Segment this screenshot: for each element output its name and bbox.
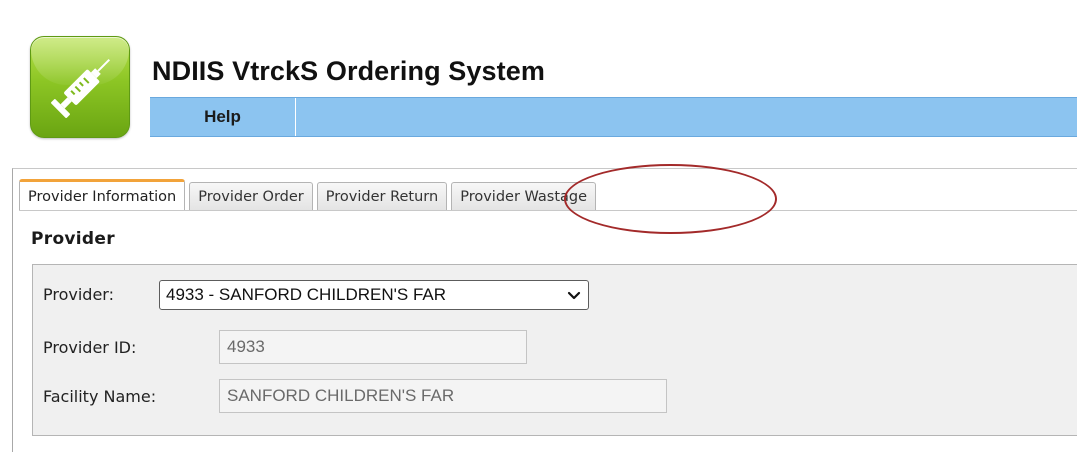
menu-bar: Help <box>150 97 1077 137</box>
tab-provider-order[interactable]: Provider Order <box>189 182 313 211</box>
tab-strip: Provider Information Provider Order Prov… <box>19 179 600 211</box>
facility-name-label: Facility Name: <box>43 387 157 406</box>
provider-fieldset: Provider: 4933 - SANFORD CHILDREN'S FAR … <box>32 264 1077 436</box>
facility-name-field[interactable]: SANFORD CHILDREN'S FAR <box>219 379 667 413</box>
tab-provider-wastage[interactable]: Provider Wastage <box>451 182 597 211</box>
main-panel: Provider Information Provider Order Prov… <box>12 168 1077 452</box>
provider-select[interactable]: 4933 - SANFORD CHILDREN'S FAR <box>159 280 589 310</box>
chevron-down-icon <box>567 291 581 300</box>
provider-label: Provider: <box>43 285 114 304</box>
section-title: Provider <box>31 229 115 249</box>
provider-select-value: 4933 - SANFORD CHILDREN'S FAR <box>166 285 447 304</box>
menu-item-help[interactable]: Help <box>150 98 296 136</box>
provider-id-field[interactable]: 4933 <box>219 330 527 364</box>
tab-provider-information[interactable]: Provider Information <box>19 179 186 211</box>
app-header: NDIIS VtrckS Ordering System Help <box>0 0 1077 150</box>
tab-provider-return[interactable]: Provider Return <box>316 182 448 211</box>
syringe-icon <box>51 59 110 118</box>
app-logo <box>30 36 130 138</box>
provider-id-label: Provider ID: <box>43 338 137 357</box>
tab-divider <box>19 210 1077 211</box>
app-title: NDIIS VtrckS Ordering System <box>152 56 545 86</box>
